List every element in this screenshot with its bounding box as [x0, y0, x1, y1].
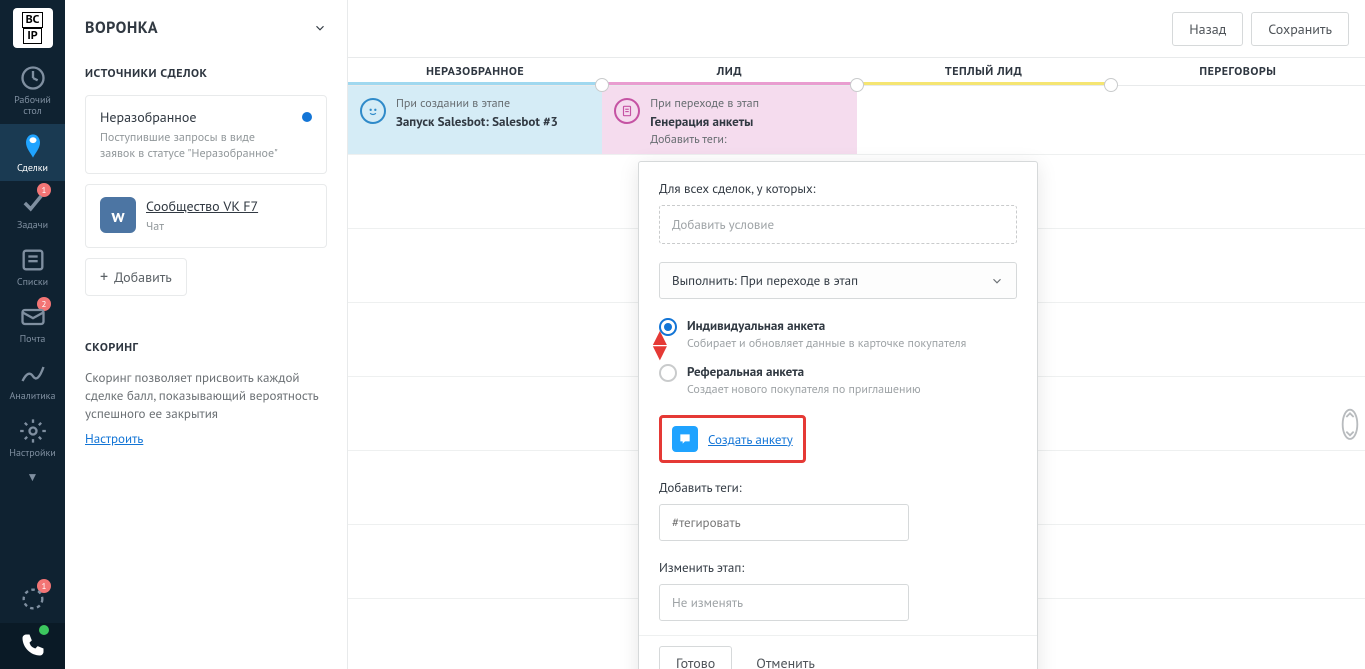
source-vk[interactable]: w Сообщество VK F7 Чат — [85, 184, 327, 248]
source-unsorted[interactable]: Неразобранное Поступившие запросы в виде… — [85, 95, 327, 174]
sources-heading: ИСТОЧНИКИ СДЕЛОК — [85, 66, 327, 81]
form-icon — [614, 98, 640, 124]
rail-settings[interactable]: Настройки — [0, 409, 65, 466]
sidebar: ВОРОНКА ИСТОЧНИКИ СДЕЛОК Неразобранное П… — [65, 0, 348, 669]
scroll-control[interactable] — [1339, 406, 1361, 446]
scoring-configure-link[interactable]: Настроить — [85, 430, 143, 447]
rail-tasks[interactable]: 1 Задачи — [0, 181, 65, 238]
change-stage-label: Изменить этап: — [659, 559, 1017, 576]
main-area: Назад Сохранить НЕРАЗОБРАННОЕ ЛИД ТЕПЛЫЙ… — [348, 0, 1365, 669]
left-rail: BCIP Рабочийстол Сделки 1 Задачи Списки … — [0, 0, 65, 669]
top-bar: Назад Сохранить — [348, 0, 1365, 58]
change-stage-select[interactable]: Не изменять — [659, 584, 909, 621]
create-survey-highlight: Создать анкету — [659, 415, 806, 463]
trigger-config-popup: Для всех сделок, у которых: Добавить усл… — [638, 161, 1038, 669]
scoring-text: Скоринг позволяет присвоить каждой сделк… — [85, 369, 327, 424]
source-sub: Чат — [146, 219, 258, 235]
vk-icon: w — [100, 197, 136, 233]
rail-desktop[interactable]: Рабочийстол — [0, 56, 65, 124]
bot-icon — [360, 98, 386, 124]
back-button[interactable]: Назад — [1172, 12, 1243, 46]
stage-lead[interactable]: ЛИД — [602, 58, 856, 85]
annotation-arrow: ▲▼ — [648, 329, 672, 361]
rail-phone[interactable] — [0, 623, 65, 669]
pipeline-title: ВОРОНКА — [85, 18, 158, 38]
radio-individual[interactable]: Индивидуальная анкета Собирает и обновля… — [659, 317, 1017, 351]
rail-lists[interactable]: Списки — [0, 238, 65, 295]
chat-icon — [672, 426, 698, 452]
source-sub: Поступившие запросы в виде заявок в стат… — [100, 130, 292, 161]
stage-unsorted[interactable]: НЕРАЗОБРАННОЕ — [348, 58, 602, 85]
conditions-label: Для всех сделок, у которых: — [659, 180, 1017, 197]
rail-notifications[interactable]: 1 — [0, 577, 65, 623]
stage-negot[interactable]: ПЕРЕГОВОРЫ — [1111, 58, 1365, 85]
add-condition[interactable]: Добавить условие — [659, 205, 1017, 244]
trigger-survey[interactable]: При переходе в этап Генерация анкеты Доб… — [602, 86, 856, 154]
tags-label: Добавить теги: — [659, 479, 1017, 496]
rail-deals[interactable]: Сделки — [0, 124, 65, 181]
rail-collapse[interactable]: ▼ — [27, 466, 39, 489]
stage-header: НЕРАЗОБРАННОЕ ЛИД ТЕПЛЫЙ ЛИД ПЕРЕГОВОРЫ — [348, 58, 1365, 86]
add-stage-icon[interactable] — [850, 78, 864, 92]
trigger-salesbot[interactable]: При создании в этапе Запуск Salesbot: Sa… — [348, 86, 602, 154]
done-button[interactable]: Готово — [659, 646, 732, 669]
save-button[interactable]: Сохранить — [1251, 12, 1349, 46]
source-title: Сообщество VK F7 — [146, 197, 258, 215]
chevron-down-icon[interactable] — [313, 21, 327, 35]
rail-analytics[interactable]: Аналитика — [0, 352, 65, 409]
create-survey-link[interactable]: Создать анкету — [708, 431, 793, 448]
canvas: При создании в этапе Запуск Salesbot: Sa… — [348, 86, 1365, 669]
status-dot — [302, 112, 312, 122]
source-title: Неразобранное — [100, 108, 292, 126]
rail-mail[interactable]: 2 Почта — [0, 295, 65, 352]
add-stage-icon[interactable] — [1104, 78, 1118, 92]
execute-select[interactable]: Выполнить: При переходе в этап — [659, 262, 1017, 299]
stage-warm[interactable]: ТЕПЛЫЙ ЛИД — [857, 58, 1111, 85]
cancel-button[interactable]: Отменить — [740, 646, 831, 669]
chevron-down-icon — [990, 274, 1004, 288]
scoring-heading: СКОРИНГ — [85, 340, 327, 355]
add-source-button[interactable]: + Добавить — [85, 258, 187, 296]
app-logo: BCIP — [13, 8, 53, 48]
plus-icon: + — [100, 267, 108, 287]
tags-input[interactable] — [659, 504, 909, 541]
radio-referral[interactable]: Реферальная анкета Создает нового покупа… — [659, 363, 1017, 397]
